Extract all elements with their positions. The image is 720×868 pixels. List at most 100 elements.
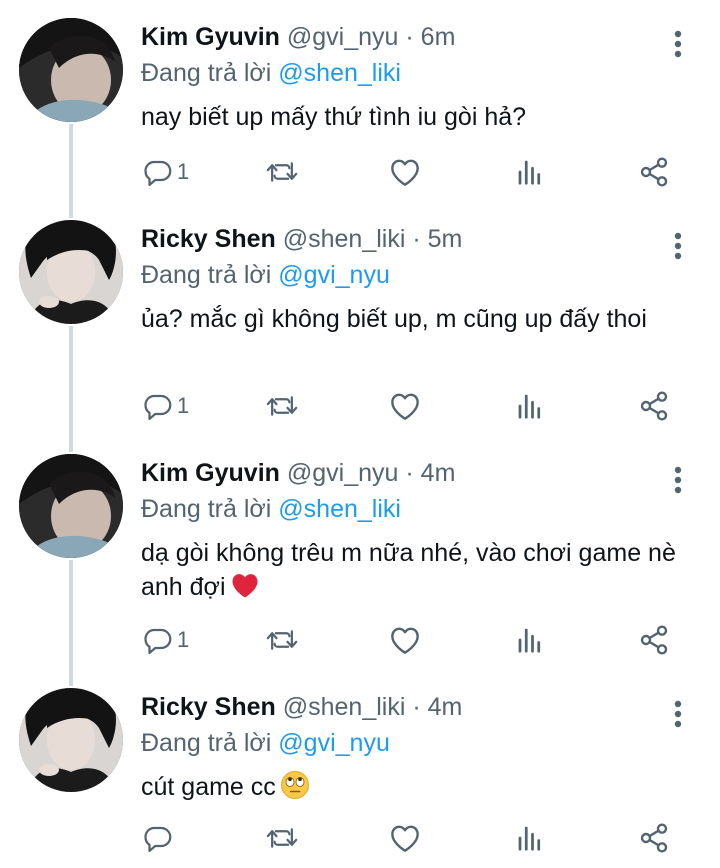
- retweet-button[interactable]: [266, 386, 298, 426]
- retweet-button[interactable]: [266, 818, 298, 858]
- analytics-icon: [518, 826, 541, 851]
- mention-link[interactable]: @shen_liki: [278, 59, 401, 87]
- reply-count: 1: [177, 159, 190, 184]
- heart-icon: [391, 627, 419, 654]
- analytics-icon: [518, 628, 541, 653]
- retweet-button[interactable]: [266, 620, 298, 660]
- separator-dot: ·: [405, 459, 414, 487]
- share-button[interactable]: [638, 818, 670, 858]
- tweet-text: cút game cc: [141, 770, 701, 809]
- tweet-header: Ricky Shen @shen_liki · 4m: [141, 690, 462, 724]
- views-button[interactable]: [516, 818, 544, 858]
- user-handle[interactable]: @gvi_nyu: [287, 459, 399, 487]
- tweet-header: Kim Gyuvin @gvi_nyu · 6m: [141, 20, 455, 54]
- share-icon: [640, 391, 668, 421]
- replying-to: Đang trả lời @gvi_nyu: [141, 258, 390, 292]
- user-name[interactable]: Ricky Shen: [141, 225, 276, 253]
- views-button[interactable]: [516, 152, 544, 192]
- tweet[interactable]: Ricky Shen @shen_liki · 4m Đang trả lời …: [0, 688, 720, 868]
- analytics-icon: [518, 160, 541, 185]
- tweet-text-content: dạ gòi không trêu m nữa nhé, vào chơi ga…: [141, 539, 676, 601]
- share-button[interactable]: [638, 620, 670, 660]
- replying-to: Đang trả lời @shen_liki: [141, 492, 401, 526]
- tweet[interactable]: Ricky Shen @shen_liki · 5m Đang trả lời …: [0, 220, 720, 442]
- user-handle[interactable]: @gvi_nyu: [287, 23, 399, 51]
- reply-button[interactable]: [143, 818, 177, 858]
- user-handle[interactable]: @shen_liki: [283, 225, 406, 253]
- user-name[interactable]: Kim Gyuvin: [141, 459, 280, 487]
- reply-icon: [144, 826, 172, 852]
- like-button[interactable]: [389, 386, 421, 426]
- retweet-button[interactable]: [266, 152, 298, 192]
- views-button[interactable]: [516, 620, 544, 660]
- tweet-text: dạ gòi không trêu m nữa nhé, vào chơi ga…: [141, 536, 701, 608]
- rolling-eyes-emoji: [280, 770, 310, 809]
- separator-dot: ·: [405, 23, 414, 51]
- reply-icon: [144, 160, 172, 186]
- reply-button[interactable]: 1: [143, 386, 189, 426]
- retweet-icon: [266, 162, 298, 182]
- user-handle[interactable]: @shen_liki: [283, 693, 406, 721]
- more-vertical-icon: [674, 700, 682, 728]
- avatar[interactable]: [19, 220, 123, 324]
- more-options-button[interactable]: [664, 460, 692, 500]
- more-options-button[interactable]: [664, 226, 692, 266]
- views-button[interactable]: [516, 386, 544, 426]
- replying-to-label: Đang trả lời: [141, 59, 272, 87]
- avatar[interactable]: [19, 18, 123, 122]
- tweet-text: nay biết up mấy thứ tình iu gòi hả?: [141, 100, 701, 134]
- like-button[interactable]: [389, 152, 421, 192]
- action-bar: 1: [0, 620, 720, 660]
- more-vertical-icon: [674, 466, 682, 494]
- like-button[interactable]: [389, 620, 421, 660]
- like-button[interactable]: [389, 818, 421, 858]
- reply-button[interactable]: 1: [143, 620, 189, 660]
- replying-to: Đang trả lời @gvi_nyu: [141, 726, 390, 760]
- retweet-icon: [266, 828, 298, 848]
- avatar[interactable]: [19, 454, 123, 558]
- share-icon: [640, 625, 668, 655]
- more-vertical-icon: [674, 232, 682, 260]
- reply-count: 1: [177, 627, 190, 652]
- heart-icon: [391, 825, 419, 852]
- retweet-icon: [266, 396, 298, 416]
- mention-link[interactable]: @shen_liki: [278, 495, 401, 523]
- timestamp[interactable]: 4m: [428, 693, 463, 721]
- tweet[interactable]: Kim Gyuvin @gvi_nyu · 6m Đang trả lời @s…: [0, 18, 720, 208]
- share-button[interactable]: [638, 386, 670, 426]
- share-button[interactable]: [638, 152, 670, 192]
- timestamp[interactable]: 5m: [428, 225, 463, 253]
- share-icon: [640, 157, 668, 187]
- tweet[interactable]: Kim Gyuvin @gvi_nyu · 4m Đang trả lời @s…: [0, 454, 720, 676]
- heart-icon: [391, 159, 419, 186]
- timestamp[interactable]: 6m: [421, 23, 456, 51]
- reply-button[interactable]: 1: [143, 152, 189, 192]
- red-heart-emoji: [230, 571, 260, 608]
- tweet-text: ủa? mắc gì không biết up, m cũng up đấy …: [141, 302, 701, 336]
- replying-to: Đang trả lời @shen_liki: [141, 56, 401, 90]
- reply-icon: [144, 394, 172, 420]
- user-name[interactable]: Ricky Shen: [141, 693, 276, 721]
- tweet-header: Kim Gyuvin @gvi_nyu · 4m: [141, 456, 455, 490]
- more-options-button[interactable]: [664, 694, 692, 734]
- user-name[interactable]: Kim Gyuvin: [141, 23, 280, 51]
- share-icon: [640, 823, 668, 853]
- timestamp[interactable]: 4m: [421, 459, 456, 487]
- action-bar: 1: [0, 386, 720, 426]
- reply-icon: [144, 628, 172, 654]
- replying-to-label: Đang trả lời: [141, 261, 272, 289]
- separator-dot: ·: [412, 693, 421, 721]
- tweet-text-content: cút game cc: [141, 773, 276, 801]
- mention-link[interactable]: @gvi_nyu: [278, 729, 390, 757]
- tweet-text-content: ủa? mắc gì không biết up, m cũng up đấy …: [141, 305, 647, 333]
- more-options-button[interactable]: [664, 24, 692, 64]
- retweet-icon: [266, 630, 298, 650]
- action-bar: 1: [0, 152, 720, 192]
- avatar[interactable]: [19, 688, 123, 792]
- replying-to-label: Đang trả lời: [141, 729, 272, 757]
- analytics-icon: [518, 394, 541, 419]
- separator-dot: ·: [412, 225, 421, 253]
- mention-link[interactable]: @gvi_nyu: [278, 261, 390, 289]
- replying-to-label: Đang trả lời: [141, 495, 272, 523]
- heart-icon: [391, 393, 419, 420]
